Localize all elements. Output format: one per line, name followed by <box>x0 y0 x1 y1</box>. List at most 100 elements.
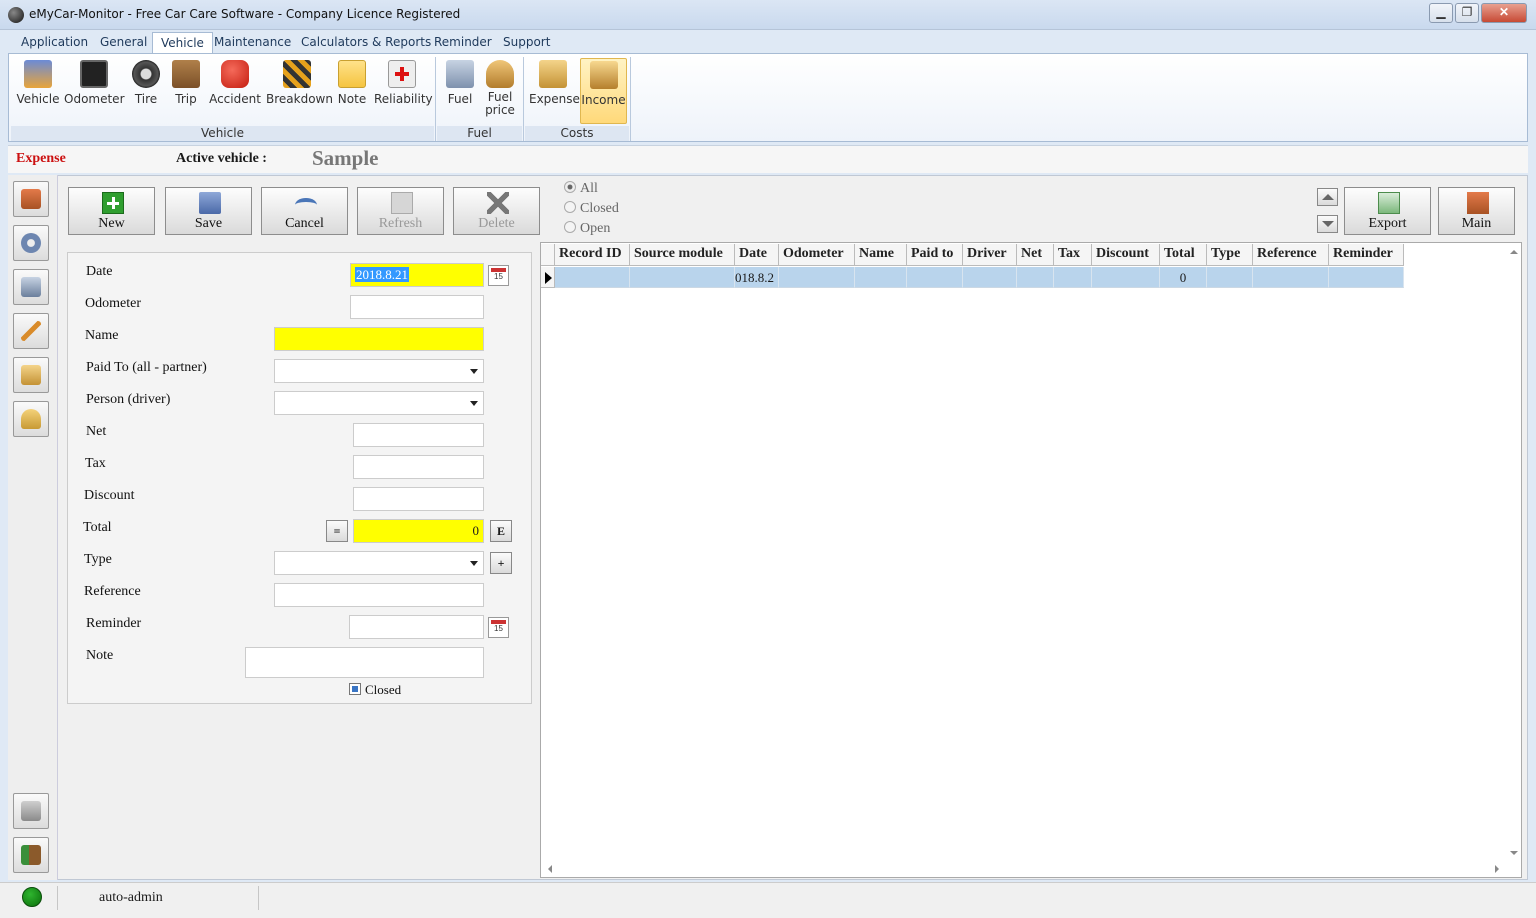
table-cell[interactable]: 018.8.2 <box>735 267 779 288</box>
sidebar-lock-button[interactable] <box>13 793 49 829</box>
tab-vehicle[interactable]: Vehicle <box>152 32 213 54</box>
tab-general[interactable]: General <box>92 32 155 54</box>
table-cell[interactable] <box>1017 267 1054 288</box>
closed-checkbox[interactable] <box>349 683 361 695</box>
column-header-date[interactable]: Date <box>735 244 779 266</box>
sidebar-exit-button[interactable] <box>13 837 49 873</box>
date-calendar-button[interactable]: 15 <box>488 265 509 286</box>
delete-x-icon <box>487 192 509 214</box>
tab-application[interactable]: Application <box>13 32 96 54</box>
total-input[interactable]: 0 <box>353 519 484 543</box>
table-cell[interactable] <box>630 267 735 288</box>
table-cell[interactable] <box>1253 267 1329 288</box>
move-up-button[interactable] <box>1317 188 1338 206</box>
tab-maintenance[interactable]: Maintenance <box>206 32 299 54</box>
ribbon-fuel-price-button[interactable]: Fuel price <box>480 58 520 124</box>
date-input[interactable]: 2018.8.21 <box>350 263 484 287</box>
ribbon-trip-button[interactable]: Trip <box>168 58 204 124</box>
table-cell[interactable] <box>963 267 1017 288</box>
table-cell[interactable] <box>907 267 963 288</box>
filter-closed-radio[interactable]: Closed <box>564 201 619 217</box>
table-cell[interactable] <box>555 267 630 288</box>
ribbon-odometer-button[interactable]: Odometer <box>64 58 125 124</box>
total-e-button[interactable]: E <box>490 520 512 542</box>
column-header-driver[interactable]: Driver <box>963 244 1017 266</box>
table-cell[interactable] <box>1329 267 1404 288</box>
maximize-button[interactable]: ❐ <box>1455 3 1479 23</box>
table-cell[interactable] <box>1054 267 1092 288</box>
net-label: Net <box>86 424 107 439</box>
row-selector[interactable] <box>541 267 555 288</box>
ribbon-fuel-button[interactable]: Fuel <box>442 58 478 124</box>
tax-input[interactable] <box>353 455 484 479</box>
column-header-reference[interactable]: Reference <box>1253 244 1329 266</box>
first-aid-icon <box>388 60 416 88</box>
ribbon-expense-button[interactable]: Expense <box>529 58 580 124</box>
note-input[interactable] <box>245 647 484 678</box>
cancel-button[interactable]: Cancel <box>261 187 348 235</box>
column-header-reminder[interactable]: Reminder <box>1329 244 1404 266</box>
ribbon-group-vehicle: Vehicle <box>11 126 434 141</box>
sidebar-reminder-button[interactable] <box>13 401 49 437</box>
tab-reminder[interactable]: Reminder <box>426 32 500 54</box>
person-select[interactable] <box>274 391 484 415</box>
table-cell[interactable]: 0 <box>1160 267 1207 288</box>
tab-support[interactable]: Support <box>495 32 558 54</box>
main-button[interactable]: Main <box>1438 187 1515 235</box>
move-down-button[interactable] <box>1317 215 1338 233</box>
ribbon-breakdown-button[interactable]: Breakdown <box>266 58 333 124</box>
column-header-paid-to[interactable]: Paid to <box>907 244 963 266</box>
discount-label: Discount <box>84 488 135 503</box>
bell-icon <box>21 409 41 429</box>
add-type-button[interactable]: + <box>490 552 512 574</box>
filter-all-radio[interactable]: All <box>564 181 598 197</box>
grid-horizontal-scrollbar[interactable] <box>541 861 1506 877</box>
column-header-name[interactable]: Name <box>855 244 907 266</box>
new-button[interactable]: New <box>68 187 155 235</box>
truck-icon <box>24 60 52 88</box>
column-header-type[interactable]: Type <box>1207 244 1253 266</box>
type-select[interactable] <box>274 551 484 575</box>
close-button[interactable]: ✕ <box>1481 3 1527 23</box>
column-header-net[interactable]: Net <box>1017 244 1054 266</box>
ribbon-note-button[interactable]: Note <box>334 58 370 124</box>
table-cell[interactable] <box>779 267 855 288</box>
minimize-button[interactable]: ▁ <box>1429 3 1453 23</box>
barrier-icon <box>283 60 311 88</box>
save-button[interactable]: Save <box>165 187 252 235</box>
discount-input[interactable] <box>353 487 484 511</box>
ribbon-income-button[interactable]: Income <box>580 58 627 124</box>
name-input[interactable] <box>274 327 484 351</box>
column-header-record-id[interactable]: Record ID <box>555 244 630 266</box>
sidebar-home-button[interactable] <box>13 181 49 217</box>
refresh-button[interactable]: Refresh <box>357 187 444 235</box>
column-header-odometer[interactable]: Odometer <box>779 244 855 266</box>
sidebar-fuel-button[interactable] <box>13 269 49 305</box>
ribbon-accident-button[interactable]: Accident <box>208 58 262 124</box>
column-header-source-module[interactable]: Source module <box>630 244 735 266</box>
table-cell[interactable] <box>1092 267 1160 288</box>
sidebar-settings-button[interactable] <box>13 225 49 261</box>
grid-vertical-scrollbar[interactable] <box>1506 243 1521 859</box>
reminder-input[interactable] <box>349 615 484 639</box>
ribbon-reliability-button[interactable]: Reliability <box>374 58 433 124</box>
column-header-total[interactable]: Total <box>1160 244 1207 266</box>
filter-open-radio[interactable]: Open <box>564 221 610 237</box>
paid-to-select[interactable] <box>274 359 484 383</box>
reference-input[interactable] <box>274 583 484 607</box>
tab-calculators-reports[interactable]: Calculators & Reports <box>293 32 439 54</box>
ribbon-vehicle-button[interactable]: Vehicle <box>14 58 62 124</box>
net-input[interactable] <box>353 423 484 447</box>
odometer-input[interactable] <box>350 295 484 319</box>
sidebar-costs-button[interactable] <box>13 357 49 393</box>
column-header-discount[interactable]: Discount <box>1092 244 1160 266</box>
export-button[interactable]: Export <box>1344 187 1431 235</box>
delete-button[interactable]: Delete <box>453 187 540 235</box>
reminder-calendar-button[interactable]: 15 <box>488 617 509 638</box>
ribbon-tire-button[interactable]: Tire <box>128 58 164 124</box>
column-header-tax[interactable]: Tax <box>1054 244 1092 266</box>
calculate-total-button[interactable]: = <box>326 520 348 542</box>
sidebar-maintenance-button[interactable] <box>13 313 49 349</box>
table-cell[interactable] <box>1207 267 1253 288</box>
table-cell[interactable] <box>855 267 907 288</box>
